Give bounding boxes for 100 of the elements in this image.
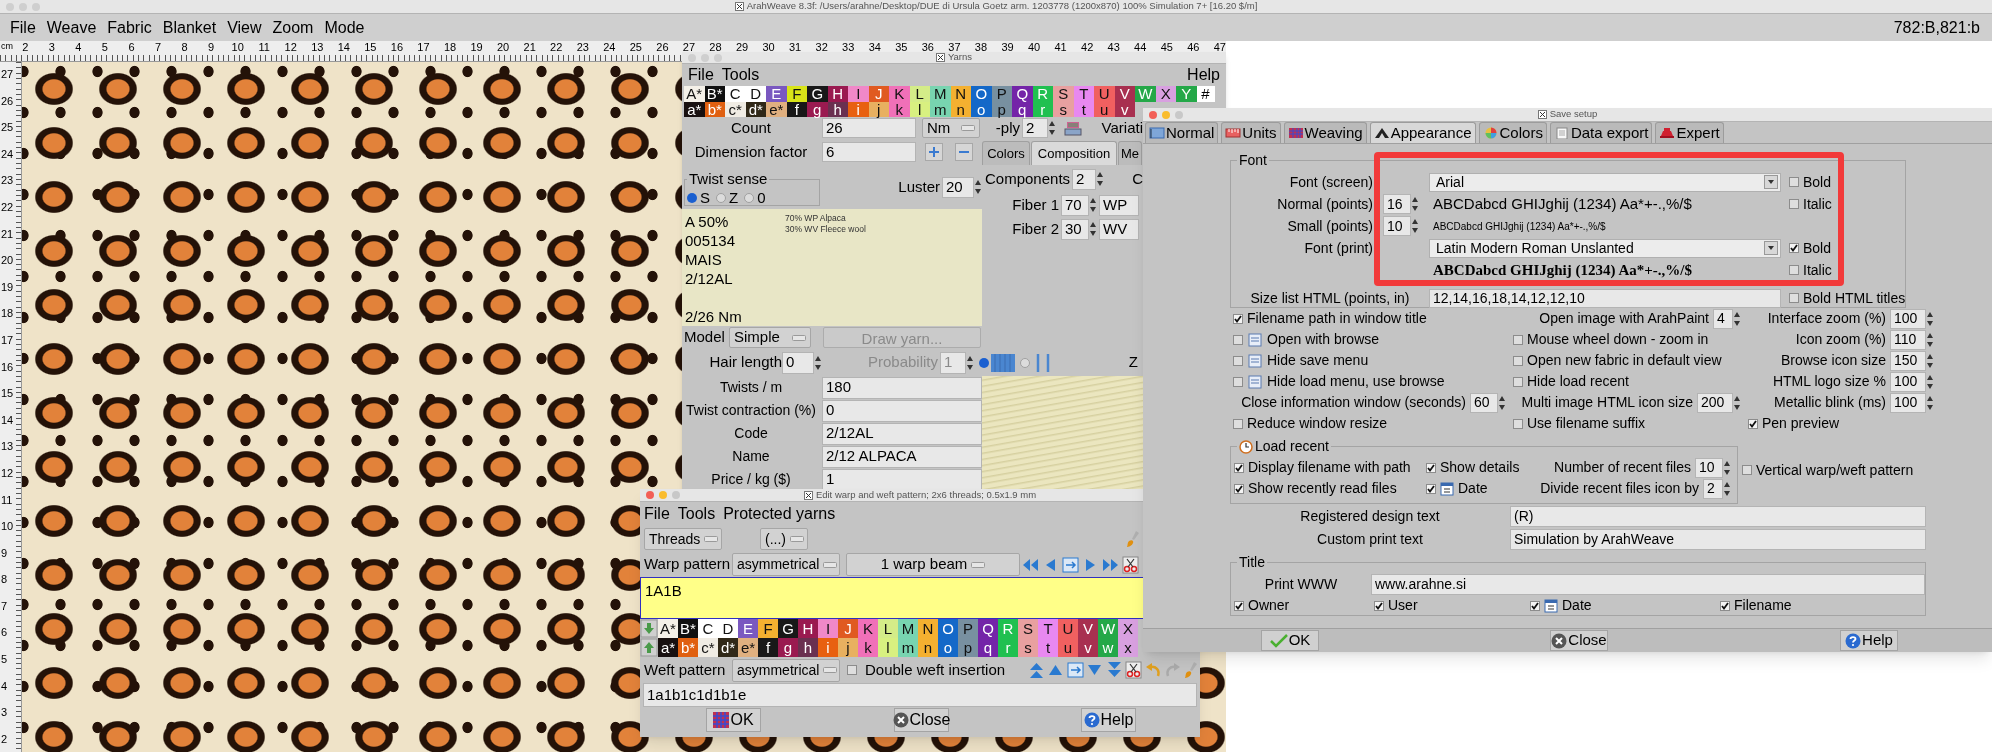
checkbox-label[interactable]: Bold [1803, 171, 1832, 193]
tab[interactable]: Colors [1478, 122, 1547, 143]
checkbox[interactable] [1513, 334, 1523, 345]
palette-cell[interactable]: U [1058, 619, 1078, 638]
palette-cell[interactable]: l [878, 638, 898, 657]
input-field[interactable]: WV [1099, 218, 1139, 240]
checkbox[interactable] [1374, 600, 1384, 611]
menu-item[interactable]: Help [1187, 63, 1220, 87]
radio-button[interactable] [744, 192, 755, 203]
number-field[interactable]: 2 [1703, 478, 1723, 499]
radio-button[interactable] [687, 192, 697, 203]
model-dropdown[interactable]: Simple [729, 327, 811, 348]
palette-cell[interactable]: E [766, 86, 787, 102]
palette-cell[interactable]: c* [725, 102, 746, 117]
input-field[interactable]: 12,14,16,18,14,12,12,10 [1429, 288, 1781, 308]
checkbox-label[interactable]: Bold [1803, 237, 1832, 259]
palette-cell[interactable]: O [971, 86, 992, 102]
checkbox-label[interactable]: Open new fabric in default view [1527, 350, 1722, 371]
checkbox-label[interactable]: Hide save menu [1267, 350, 1369, 371]
checkbox[interactable] [1234, 483, 1244, 494]
radio-button[interactable] [1020, 357, 1030, 368]
palette-cell[interactable]: h [798, 638, 818, 657]
palette-cell[interactable]: G [807, 86, 828, 102]
number-field[interactable]: 200 [1697, 392, 1733, 413]
radio-label[interactable]: S [700, 186, 710, 209]
palette-cell[interactable]: b* [704, 102, 725, 117]
palette-cell[interactable]: T [1038, 619, 1058, 638]
checkbox-label[interactable]: Owner [1248, 595, 1290, 616]
unit-dropdown[interactable]: Nm [922, 118, 980, 138]
checkbox[interactable] [1233, 313, 1243, 324]
palette-cell[interactable]: V [1114, 86, 1135, 102]
palette-cell[interactable]: D [745, 86, 766, 102]
tab[interactable]: Data export [1549, 122, 1653, 143]
radio-button[interactable] [979, 357, 989, 368]
number-field[interactable]: 2 [1022, 118, 1048, 138]
checkbox[interactable] [1789, 177, 1799, 187]
palette-cell[interactable]: L [909, 86, 930, 102]
input-field[interactable]: 26 [822, 118, 916, 138]
palette-cell[interactable]: t [1038, 638, 1058, 657]
palette-cell[interactable]: S [1018, 619, 1038, 638]
checkbox-label[interactable]: Display filename with path [1248, 457, 1411, 478]
checkbox-label[interactable]: Bold HTML titles [1803, 287, 1906, 309]
input-field[interactable]: 0 [822, 399, 982, 422]
number-field[interactable]: 150 [1890, 350, 1926, 371]
brush-icon[interactable] [1182, 660, 1200, 680]
number-field[interactable]: 100 [1890, 308, 1926, 329]
checkbox[interactable] [1513, 376, 1523, 387]
palette-cell[interactable]: u [1058, 638, 1078, 657]
warp-beam-dropdown[interactable]: 1 warp beam [846, 553, 1020, 576]
tab[interactable]: Me [1118, 141, 1142, 165]
palette-cell[interactable]: n [918, 638, 938, 657]
warp-mode-dropdown[interactable]: asymmetrical [732, 553, 840, 576]
menu-item[interactable]: Protected yarns [723, 502, 836, 526]
palette-cell[interactable]: v [1078, 638, 1098, 657]
palette-cell[interactable]: n [950, 102, 971, 117]
palette-cell[interactable]: e* [766, 102, 787, 117]
checkbox[interactable] [1742, 465, 1752, 475]
tab[interactable]: Units [1221, 122, 1281, 143]
palette-cell[interactable]: x [1118, 638, 1138, 657]
palette-cell[interactable]: I [848, 86, 869, 102]
radio-label[interactable]: Z [729, 186, 739, 209]
checkbox-label[interactable]: Show details [1440, 457, 1520, 478]
checkbox[interactable] [1720, 600, 1730, 611]
checkbox[interactable] [1233, 355, 1243, 366]
palette-cell[interactable]: u [1094, 102, 1115, 117]
palette-cell[interactable]: P [958, 619, 978, 638]
palette-cell[interactable]: N [950, 86, 971, 102]
checkbox-label[interactable]: Hide load recent [1527, 371, 1629, 392]
palette-cell[interactable]: j [868, 102, 889, 117]
font-combo-box[interactable]: Arial [1429, 172, 1781, 192]
plus-button[interactable] [925, 143, 943, 161]
menu-item[interactable]: File [688, 63, 714, 87]
palette-cell[interactable]: k [858, 638, 878, 657]
menu-item[interactable]: View [227, 15, 262, 40]
checkbox-label[interactable]: Hide load menu, use browse [1267, 371, 1445, 392]
dialog-button[interactable]: Help [1081, 708, 1136, 732]
palette-cell[interactable]: b* [678, 638, 698, 657]
number-field[interactable]: 2 [1072, 168, 1097, 190]
menu-item[interactable]: Tools [721, 63, 760, 87]
palette-cell[interactable]: P [991, 86, 1012, 102]
number-field[interactable]: 4 [1713, 308, 1733, 329]
palette-cell[interactable]: o [971, 102, 992, 117]
scissors-icon[interactable] [1124, 660, 1143, 680]
input-field[interactable]: 1 [822, 468, 982, 491]
palette-cell[interactable]: B* [678, 619, 698, 638]
palette-cell[interactable]: B* [704, 86, 725, 102]
input-field[interactable]: 180 [822, 376, 982, 399]
palette-cell[interactable]: j [838, 638, 858, 657]
palette-cell[interactable]: v [1114, 102, 1135, 117]
palette-cell[interactable]: V [1078, 619, 1098, 638]
palette-cell[interactable]: F [758, 619, 778, 638]
checkbox-label[interactable]: Date [1562, 595, 1592, 616]
palette-cell[interactable]: s [1018, 638, 1038, 657]
checkbox-label[interactable]: Show recently read files [1248, 478, 1397, 499]
checkbox-label[interactable]: Italic [1803, 259, 1832, 281]
input-field[interactable]: WP [1099, 194, 1139, 216]
checkbox-label[interactable]: Double weft insertion [865, 658, 1026, 682]
palette-cell[interactable]: h [827, 102, 848, 117]
palette-cell[interactable]: J [868, 86, 889, 102]
radio-label[interactable]: 0 [757, 186, 766, 209]
